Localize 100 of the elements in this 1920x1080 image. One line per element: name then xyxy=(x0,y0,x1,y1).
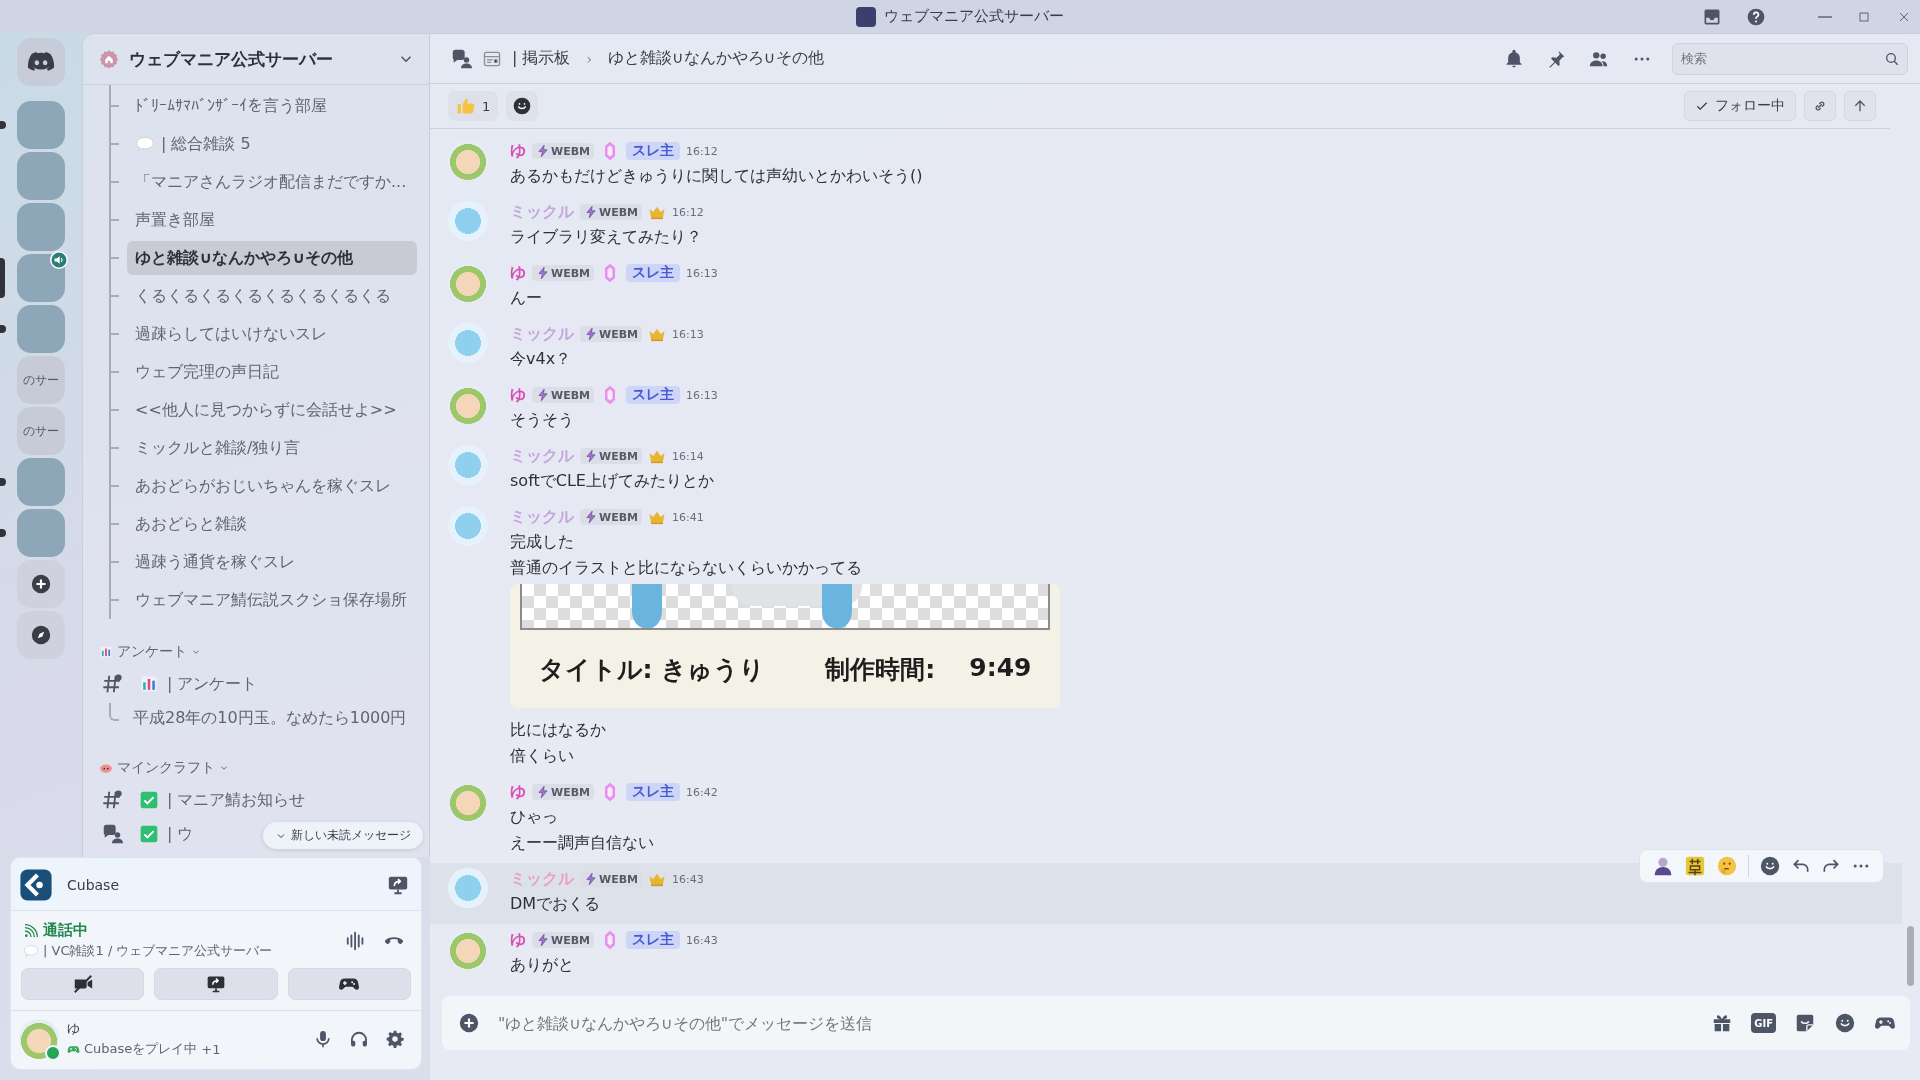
search-field[interactable]: 検索 xyxy=(1672,42,1908,75)
role-tag: スレ主 xyxy=(626,264,680,282)
thread-item[interactable]: あおどらと雑談 xyxy=(127,507,417,541)
kanji-emoji-icon[interactable] xyxy=(1684,855,1706,877)
thread-item[interactable]: あおどらがおじいちゃんを稼ぐスレ xyxy=(127,469,417,503)
image-caption: 9:49 xyxy=(969,652,1032,684)
thread-item[interactable]: 平成28年の10円玉。なめたら1000円 xyxy=(125,701,415,735)
category-name[interactable]: マインクラフト xyxy=(117,759,215,777)
thread-item[interactable]: 過疎らしてはいけないスレ xyxy=(127,317,417,351)
message-text: 普通のイラストと比にならないくらいかかってる xyxy=(510,557,863,579)
server-icon[interactable] xyxy=(17,254,65,302)
bolt-icon xyxy=(536,266,550,280)
channel-item[interactable]: | アンケート xyxy=(131,673,258,695)
sticker-icon[interactable] xyxy=(1794,1012,1816,1034)
tag-text: WEBM xyxy=(551,785,590,799)
message-input[interactable]: "ゆと雑談∪なんかやろ∪その他"でメッセージを送信 xyxy=(496,1002,1696,1044)
timestamp: 16:43 xyxy=(686,933,718,947)
home-button[interactable] xyxy=(17,38,65,86)
speaker-icon xyxy=(50,251,68,269)
thinking-emoji-icon[interactable] xyxy=(1716,855,1738,877)
minimize-button[interactable] xyxy=(1818,15,1832,18)
copy-link-button[interactable] xyxy=(1804,91,1836,121)
message-text: あるかもだけどきゅうりに関しては声幼いとかわいそう() xyxy=(510,165,923,187)
voice-status[interactable]: 通話中 xyxy=(43,921,88,940)
add-server-button[interactable] xyxy=(17,560,65,608)
channel-item[interactable]: | マニア鯖お知らせ xyxy=(131,789,306,811)
plus-icon xyxy=(30,573,52,595)
breadcrumb-channel[interactable]: | 掲示板 xyxy=(512,48,571,69)
author-name[interactable]: ゆ xyxy=(510,262,526,284)
server-icon[interactable]: のサー xyxy=(17,407,65,455)
hash-icon xyxy=(101,789,123,811)
thread-item[interactable]: ウェブマニア鯖伝説スクショ保存場所 xyxy=(127,583,417,617)
plus-icon[interactable] xyxy=(458,1012,480,1034)
screen-share-icon xyxy=(206,974,226,994)
tag-text: WEBM xyxy=(551,266,590,280)
avatar[interactable] xyxy=(19,1019,59,1059)
person-emoji-icon[interactable] xyxy=(1652,855,1674,877)
server-name[interactable]: ウェブマニア公式サーバー xyxy=(129,47,387,71)
camera-button[interactable] xyxy=(21,968,145,1000)
author-name[interactable]: ゆ xyxy=(510,140,526,162)
server-badge-icon xyxy=(99,49,119,69)
add-reaction-icon[interactable] xyxy=(1759,855,1781,877)
author-name[interactable]: ゆ xyxy=(510,929,526,951)
new-unread-button[interactable]: 新しい未読メッセージ xyxy=(263,822,423,849)
status-indicator xyxy=(45,1045,61,1061)
chart-icon xyxy=(139,674,159,694)
image-caption: 制作時間: xyxy=(825,653,936,686)
emoji-icon[interactable] xyxy=(1834,1012,1856,1034)
activity-count: +1 xyxy=(201,1041,221,1057)
author-name[interactable]: ゆ xyxy=(510,384,526,406)
gif-button[interactable]: GIF xyxy=(1751,1013,1776,1033)
thread-item[interactable]: ミックルと雑談/独り言 xyxy=(127,431,417,465)
tag-text: WEBM xyxy=(551,933,590,947)
bell-icon[interactable] xyxy=(1504,48,1524,69)
message-text: 比にはなるか xyxy=(510,719,607,741)
checkbox-icon xyxy=(139,824,159,844)
thread-item[interactable]: <<他人に見つからずに会話せよ>> xyxy=(127,393,417,427)
thread-item[interactable]: 過疎う通貨を稼ぐスレ xyxy=(127,545,417,579)
forum-icon xyxy=(450,47,472,70)
message-composer[interactable]: "ゆと雑談∪なんかやろ∪その他"でメッセージを送信 GIF xyxy=(442,996,1910,1050)
username: ゆ xyxy=(67,1020,81,1038)
reaction-chip[interactable]: 1 xyxy=(448,91,499,121)
scrollbar-thumb[interactable] xyxy=(1907,926,1914,986)
image-attachment[interactable]: タイトル: きゅうり 制作時間: 9:49 xyxy=(510,584,1060,708)
tag-text: WEBM xyxy=(599,872,638,886)
voice-channel[interactable]: | VC雑談1 / ウェブマニア公式サーバー xyxy=(43,942,273,960)
screen-share-icon[interactable] xyxy=(387,874,409,896)
scroll-up-button[interactable] xyxy=(1844,91,1876,121)
thread-item[interactable]: 声置き部屋 xyxy=(127,203,417,237)
follow-button[interactable]: フォロー中 xyxy=(1684,91,1796,121)
message-text: えーー調声自信ない xyxy=(510,832,655,854)
screen-share-button[interactable] xyxy=(154,968,278,1000)
compass-icon xyxy=(30,624,52,646)
smile-icon xyxy=(512,96,533,116)
category-name[interactable]: アンケート xyxy=(117,643,187,661)
thread-item[interactable]: 「マニアさんラジオ配信まだですか... xyxy=(127,165,417,199)
explore-button[interactable] xyxy=(17,611,65,659)
thread-item[interactable]: くるくるくるくるくるくるくるくる xyxy=(127,279,417,313)
activity-button[interactable] xyxy=(287,968,411,1000)
thread-item[interactable]: | 総合雑談 5 xyxy=(127,127,417,161)
thread-item[interactable]: ゆと雑談∪なんかやろ∪その他 xyxy=(127,241,417,275)
arrow-up-icon xyxy=(1852,98,1868,114)
message-text: んー xyxy=(510,287,543,309)
timestamp: 16:14 xyxy=(672,449,704,463)
role-tag: スレ主 xyxy=(626,783,680,801)
timestamp: 16:13 xyxy=(672,327,704,341)
channel-item[interactable]: | ウ xyxy=(131,823,194,845)
role-tag: スレ主 xyxy=(626,931,680,949)
tag-text: WEBM xyxy=(599,205,638,219)
timestamp: 16:43 xyxy=(672,872,704,886)
add-reaction-button[interactable] xyxy=(506,91,539,121)
bolt-icon xyxy=(584,872,598,886)
breadcrumb-separator: › xyxy=(585,50,594,67)
server-icon[interactable]: のサー xyxy=(17,356,65,404)
thread-item[interactable]: ウェブ完理の声日記 xyxy=(127,355,417,389)
thread-item[interactable]: ﾄﾞﾘｰﾑｻﾏﾊﾞﾝｻﾞｰｲを言う部屋 xyxy=(127,89,417,123)
tag-text: WEBM xyxy=(551,388,590,402)
author-name[interactable]: ゆ xyxy=(510,781,526,803)
help-icon[interactable] xyxy=(1746,6,1766,27)
headphones-icon xyxy=(349,1029,369,1049)
